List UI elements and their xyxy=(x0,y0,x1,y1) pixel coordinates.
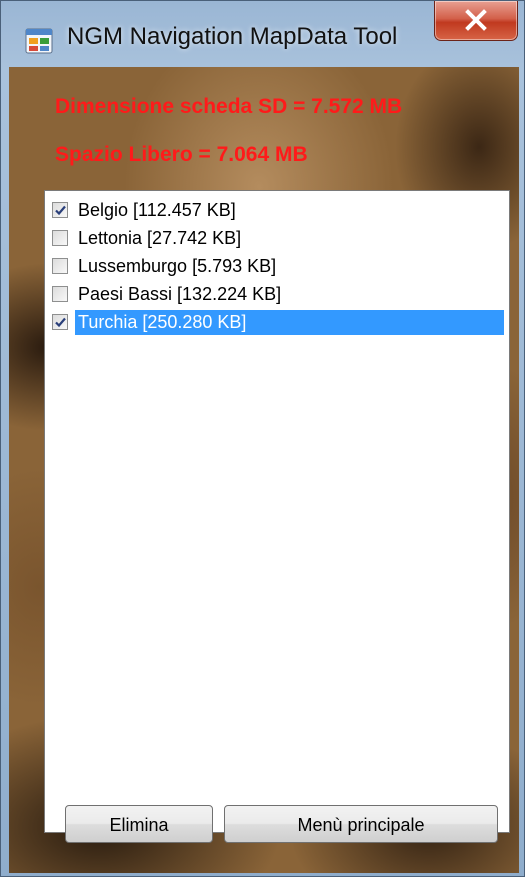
close-x-icon xyxy=(465,9,487,31)
list-item-label: Lussemburgo [5.793 KB] xyxy=(78,256,277,276)
close-button[interactable] xyxy=(434,1,518,41)
window-app-icon xyxy=(25,28,53,54)
main-menu-button[interactable]: Menù principale xyxy=(224,805,498,843)
list-item-label: Paesi Bassi [132.224 KB] xyxy=(78,284,282,304)
list-item-lettonia[interactable]: Lettonia [27.742 KB] xyxy=(50,225,505,252)
item-checkbox[interactable] xyxy=(52,314,68,330)
list-item-label: Turchia [250.280 KB] xyxy=(75,310,504,335)
item-checkbox[interactable] xyxy=(52,286,68,302)
checkmark-icon xyxy=(55,205,66,216)
list-item-label: Lettonia [27.742 KB] xyxy=(78,228,242,248)
list-item-label: Belgio [112.457 KB] xyxy=(78,200,236,220)
list-item-lussemburgo[interactable]: Lussemburgo [5.793 KB] xyxy=(50,253,505,280)
map-checked-list[interactable]: Belgio [112.457 KB] Lettonia [27.742 KB]… xyxy=(44,190,510,833)
client-area: Dimensione scheda SD = 7.572 MB Spazio L… xyxy=(9,67,519,873)
delete-button[interactable]: Elimina xyxy=(65,805,213,843)
list-item-turchia[interactable]: Turchia [250.280 KB] xyxy=(50,309,505,336)
window-title: NGM Navigation MapData Tool xyxy=(67,23,398,50)
free-space-label: Spazio Libero = 7.064 MB xyxy=(55,143,308,166)
item-checkbox[interactable] xyxy=(52,230,68,246)
item-checkbox[interactable] xyxy=(52,202,68,218)
list-item-belgio[interactable]: Belgio [112.457 KB] xyxy=(50,197,505,224)
checkmark-icon xyxy=(55,317,66,328)
item-checkbox[interactable] xyxy=(52,258,68,274)
list-item-paesi-bassi[interactable]: Paesi Bassi [132.224 KB] xyxy=(50,281,505,308)
sd-card-size-label: Dimensione scheda SD = 7.572 MB xyxy=(55,95,403,118)
application-window: NGM Navigation MapData Tool Dimensione s… xyxy=(0,0,525,877)
